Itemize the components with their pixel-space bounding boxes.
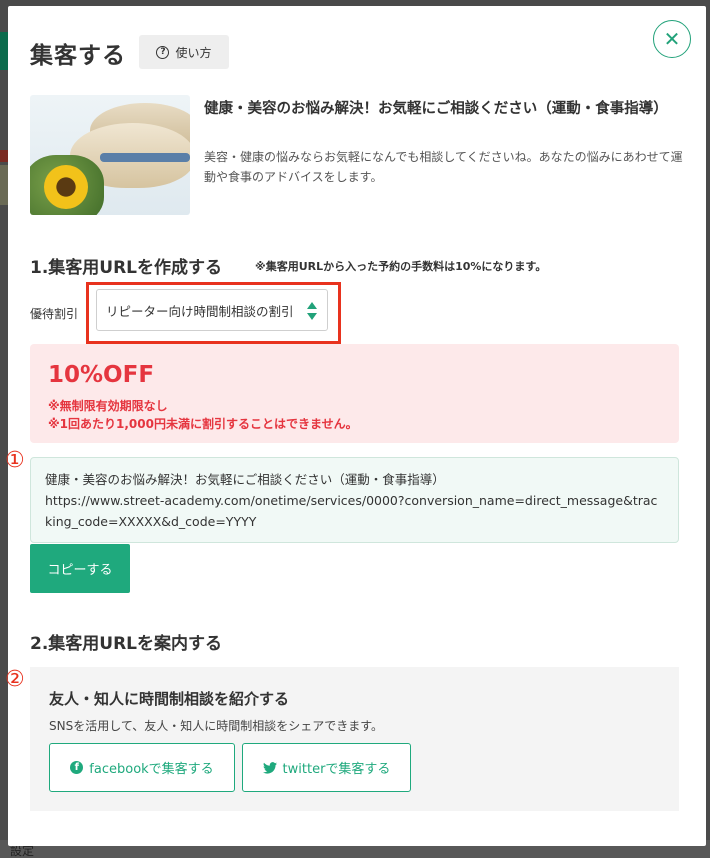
close-icon: ✕ [663,27,681,51]
facebook-icon: f [70,761,84,774]
annotation-highlight-box [86,282,341,344]
share-title: 友人・知人に時間制相談を紹介する [49,690,290,708]
section2-heading: 2.集客用URLを案内する [30,634,223,654]
share-description: SNSを活用して、友人・知人に時間制相談をシェアできます。 [49,719,384,733]
twitter-button-label: twitterで集客する [282,762,391,777]
annotation-marker-2: ② [5,667,25,692]
course-title: 健康・美容のお悩み解決！お気軽にご相談ください（運動・食事指導） [204,101,668,117]
url-title-line: 健康・美容のお悩み解決！お気軽にご相談ください（運動・食事指導） [45,472,445,487]
offer-line1: ※無制限有効期限なし [48,399,168,413]
facebook-button-label: facebookで集客する [89,762,214,777]
discount-label: 優待割引 [30,307,79,321]
backdrop-header [0,32,8,70]
section1-heading: 1.集客用URLを作成する [30,258,223,278]
course-thumbnail [30,95,190,215]
url-text: https://www.street-academy.com/onetime/s… [45,493,658,529]
backdrop-accent [0,150,8,162]
fee-note: ※集客用URLから入った予約の手数料は10%になります。 [255,260,547,273]
copy-button[interactable]: コピーする [30,544,130,593]
facebook-share-button[interactable]: f facebookで集客する [49,743,235,792]
offer-box: 10%OFF ※無制限有効期限なし ※1回あたり1,000円未満に割引することは… [30,344,679,443]
course-description: 美容・健康の悩みならお気軽になんでも相談してくださいね。あなたの悩みにあわせて運… [204,150,683,184]
twitter-icon [262,761,277,774]
howto-label: 使い方 [175,45,212,60]
question-circle-icon: ? [156,45,170,59]
modal-title: 集客する [30,43,126,69]
offer-title: 10%OFF [48,362,155,388]
share-box: 友人・知人に時間制相談を紹介する SNSを活用して、友人・知人に時間制相談をシェ… [30,667,679,811]
promotion-modal: 集客する ? 使い方 ✕ 健康・美容のお悩み解決！お気軽にご相談ください（運動・… [8,6,706,846]
twitter-share-button[interactable]: twitterで集客する [242,743,411,792]
url-box[interactable]: 健康・美容のお悩み解決！お気軽にご相談ください（運動・食事指導） https:/… [30,457,679,543]
close-button[interactable]: ✕ [653,20,691,58]
offer-line2: ※1回あたり1,000円未満に割引することはできません。 [48,417,358,431]
howto-button[interactable]: ? 使い方 [139,35,229,69]
annotation-marker-1: ① [5,448,25,473]
backdrop-content [0,165,8,205]
